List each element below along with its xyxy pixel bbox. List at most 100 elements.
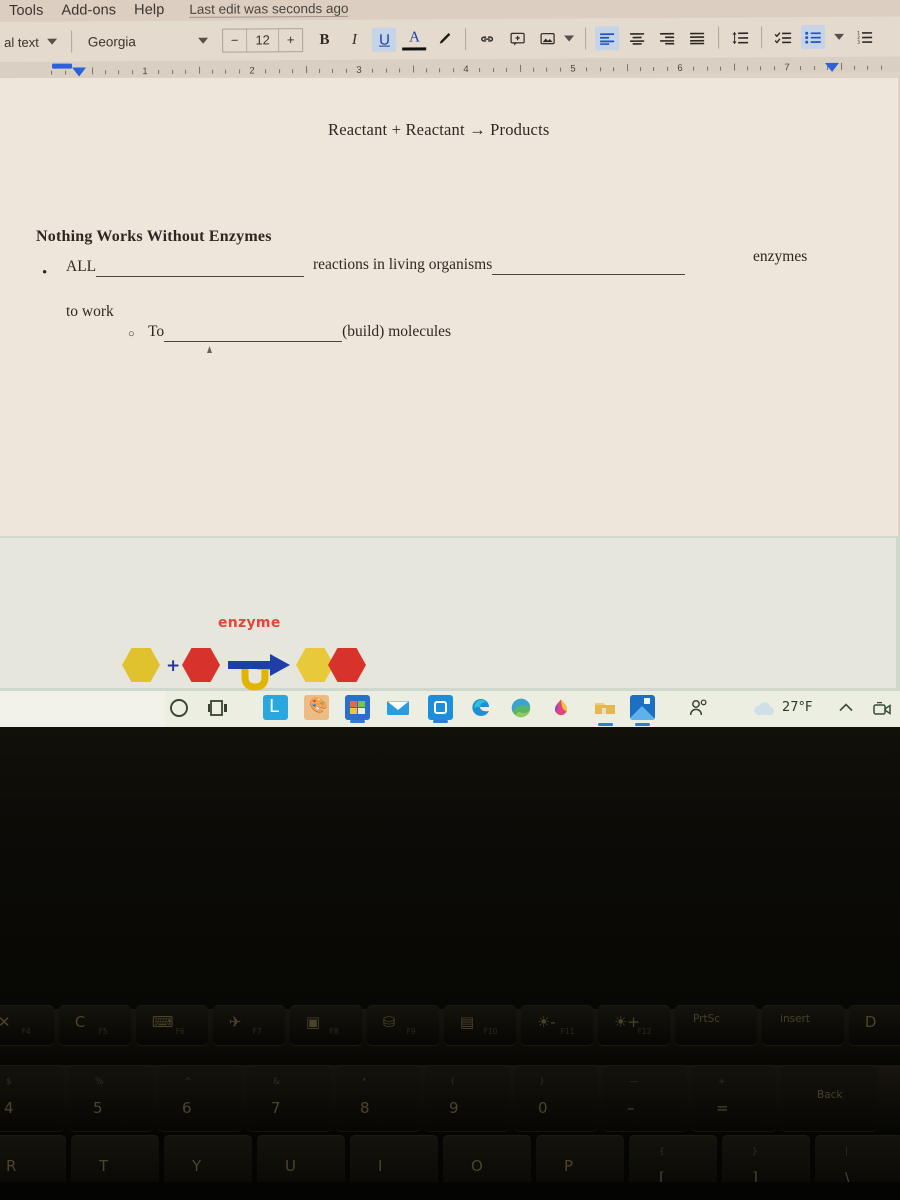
delete-key[interactable]: D [849, 1005, 900, 1045]
f7-key[interactable]: ✈ F7 [213, 1005, 285, 1045]
align-right-icon[interactable] [655, 26, 679, 50]
add-comment-icon[interactable] [505, 27, 529, 51]
underline-button[interactable]: U [372, 27, 397, 52]
key-label: 9 [449, 1099, 459, 1117]
key-label: ) [540, 1077, 544, 1087]
task-view-icon[interactable] [206, 695, 234, 723]
text-color-button[interactable]: A [402, 28, 427, 51]
file-explorer-icon[interactable] [592, 695, 620, 726]
key-label: ⛁ [382, 1013, 396, 1031]
f8-key[interactable]: ▣ F8 [290, 1005, 362, 1045]
paint-app-icon[interactable]: 🎨 [304, 695, 332, 723]
key-6[interactable]: ^ 6 [158, 1065, 242, 1131]
font-size-decrease-button[interactable]: − [222, 29, 248, 52]
first-line-indent-marker[interactable] [72, 67, 87, 77]
key-label: R [6, 1157, 17, 1175]
camera-privacy-icon[interactable] [872, 699, 892, 724]
insert-image-icon[interactable] [535, 27, 559, 51]
ruler-tick [439, 68, 441, 73]
mail-app-icon[interactable] [385, 695, 413, 723]
f12-key[interactable]: ☀+ F12 [598, 1005, 670, 1045]
key-0[interactable]: ) 0 [514, 1065, 598, 1131]
outlook-app-icon[interactable] [428, 695, 456, 723]
font-family-label[interactable]: Georgia [88, 34, 136, 49]
key-minus[interactable]: — – [603, 1065, 687, 1131]
menu-item-help[interactable]: Help [125, 2, 173, 18]
ruler-tick [345, 68, 347, 73]
enzyme-reaction-figure[interactable]: enzyme + [118, 615, 368, 691]
fill-blank-3[interactable] [164, 323, 343, 342]
menu-item-add-ons[interactable]: Add-ons [52, 2, 125, 18]
ruler-tick [238, 69, 240, 74]
align-center-icon[interactable] [625, 26, 649, 50]
fill-blank-1[interactable] [96, 258, 305, 277]
paragraph-style-label[interactable]: al text [2, 34, 39, 49]
bulleted-list-icon[interactable] [801, 24, 826, 50]
last-edit-status[interactable]: Last edit was seconds ago [189, 0, 349, 18]
enzyme-figure-label: enzyme [218, 615, 281, 631]
ruler-tick [332, 68, 334, 73]
key-9[interactable]: (9 [425, 1065, 509, 1131]
f4-key[interactable]: ✕ F4 [0, 1005, 54, 1045]
people-icon[interactable] [686, 695, 714, 723]
microsoft-store-icon[interactable] [345, 695, 373, 723]
ruler-tick [412, 65, 414, 73]
chevron-up-icon[interactable] [838, 701, 854, 718]
key-label: Back [817, 1089, 843, 1101]
insert-key[interactable]: insert [762, 1005, 844, 1045]
insert-image-chevron-down-icon[interactable] [564, 35, 575, 42]
align-left-icon[interactable] [595, 26, 620, 51]
align-justify-icon[interactable] [685, 26, 709, 50]
ruler-number: 5 [570, 63, 576, 75]
fill-blank-2[interactable] [492, 256, 686, 275]
ruler-tick [706, 66, 708, 71]
checklist-icon[interactable] [771, 25, 795, 49]
f6-key[interactable]: ⌨ F6 [136, 1005, 208, 1045]
key-equals[interactable]: + = [692, 1065, 776, 1131]
ruler-tick [720, 66, 722, 71]
backspace-key[interactable]: Back [781, 1065, 877, 1131]
key-label: F11 [560, 1027, 575, 1036]
key-label: – [627, 1099, 635, 1117]
f10-key[interactable]: ▤ F10 [444, 1005, 516, 1045]
edge-browser-icon[interactable] [468, 695, 496, 723]
bulleted-list-chevron-down-icon[interactable] [834, 33, 845, 40]
edge-beta-icon[interactable] [508, 695, 536, 723]
key-8[interactable]: * 8 [336, 1065, 420, 1131]
key-4[interactable]: $4 [0, 1065, 64, 1131]
search-icon[interactable] [166, 695, 194, 723]
right-indent-marker[interactable] [825, 62, 840, 72]
ruler-tick [613, 67, 615, 72]
pen-highlight-icon[interactable] [432, 27, 456, 51]
font-size-increase-button[interactable]: + [279, 29, 303, 51]
font-family-chevron-down-icon[interactable] [197, 37, 208, 44]
paragraph-style-chevron-down-icon[interactable] [46, 38, 57, 45]
numbered-list-icon[interactable]: 123 [853, 25, 877, 49]
key-7[interactable]: & 7 [247, 1065, 331, 1131]
fill-line-2: to work [66, 303, 114, 320]
document-page[interactable]: Reactant + Reactant → Products Nothing W… [0, 78, 898, 536]
insert-link-icon[interactable] [475, 27, 499, 51]
weather-temperature[interactable]: 27°F [782, 700, 813, 715]
f5-key[interactable]: C F5 [59, 1005, 131, 1045]
photos-app-icon[interactable] [630, 695, 658, 726]
f9-key[interactable]: ⛁ F9 [367, 1005, 439, 1045]
italic-button[interactable]: I [342, 28, 366, 52]
ruler-tick [91, 67, 93, 75]
key-5[interactable]: % 5 [69, 1065, 153, 1131]
key-label: 7 [271, 1099, 281, 1117]
color-drop-icon[interactable] [548, 695, 576, 723]
cloud-icon[interactable] [752, 700, 776, 718]
linkedin-app-icon[interactable]: L [263, 695, 291, 723]
f11-key[interactable]: ☀- F11 [521, 1005, 593, 1045]
prtsc-key[interactable]: PrtSc [675, 1005, 757, 1045]
taskbar-left-edge [0, 691, 165, 727]
left-indent-marker[interactable] [52, 63, 73, 69]
line-spacing-icon[interactable] [728, 25, 752, 49]
key-label: ⌨ [151, 1013, 174, 1031]
ruler-tick [305, 66, 307, 74]
font-size-value[interactable]: 12 [247, 29, 279, 52]
bold-button[interactable]: B [312, 28, 336, 52]
equation-line: Reactant + Reactant → Products [328, 120, 550, 139]
menu-item-tools[interactable]: Tools [0, 3, 52, 19]
